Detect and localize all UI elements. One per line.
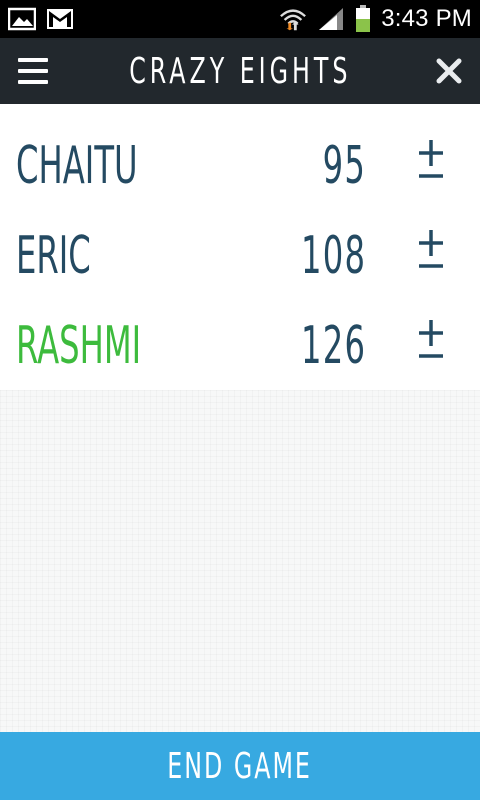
player-score: 95 (322, 136, 366, 196)
player-list: CHAITU 95 ERIC 108 RASHMI 126 (0, 104, 480, 390)
menu-icon-line (18, 69, 48, 73)
menu-icon-line (18, 58, 48, 62)
player-row: RASHMI 126 (0, 298, 480, 388)
app-title: CRAZY EIGHTS (128, 50, 352, 92)
close-icon[interactable] (432, 54, 466, 88)
player-name: RASHMI (16, 316, 142, 376)
gmail-icon (47, 9, 73, 29)
end-game-button[interactable]: END GAME (0, 732, 480, 800)
app-bar: CRAZY EIGHTS (0, 38, 480, 104)
battery-icon (356, 5, 371, 32)
player-row: CHAITU 95 (0, 118, 480, 208)
end-game-label: END GAME (167, 745, 313, 787)
gallery-icon (8, 7, 36, 31)
status-right: 3:43 PM (279, 5, 472, 33)
plus-minus-icon[interactable] (416, 132, 446, 194)
wifi-icon (280, 9, 307, 31)
status-time: 3:43 PM (381, 5, 472, 32)
empty-content-area (0, 390, 480, 732)
player-row: ERIC 108 (0, 208, 480, 298)
player-name: ERIC (16, 226, 91, 286)
plus-minus-icon[interactable] (416, 222, 446, 284)
signal-icon (319, 8, 344, 30)
player-name: CHAITU (16, 136, 138, 196)
player-score: 108 (300, 226, 366, 286)
menu-icon-line (18, 80, 48, 84)
menu-icon[interactable] (18, 58, 48, 84)
player-score: 126 (300, 316, 366, 376)
status-bar: 3:43 PM (0, 0, 480, 38)
plus-minus-icon[interactable] (416, 312, 446, 374)
status-left (8, 7, 74, 31)
